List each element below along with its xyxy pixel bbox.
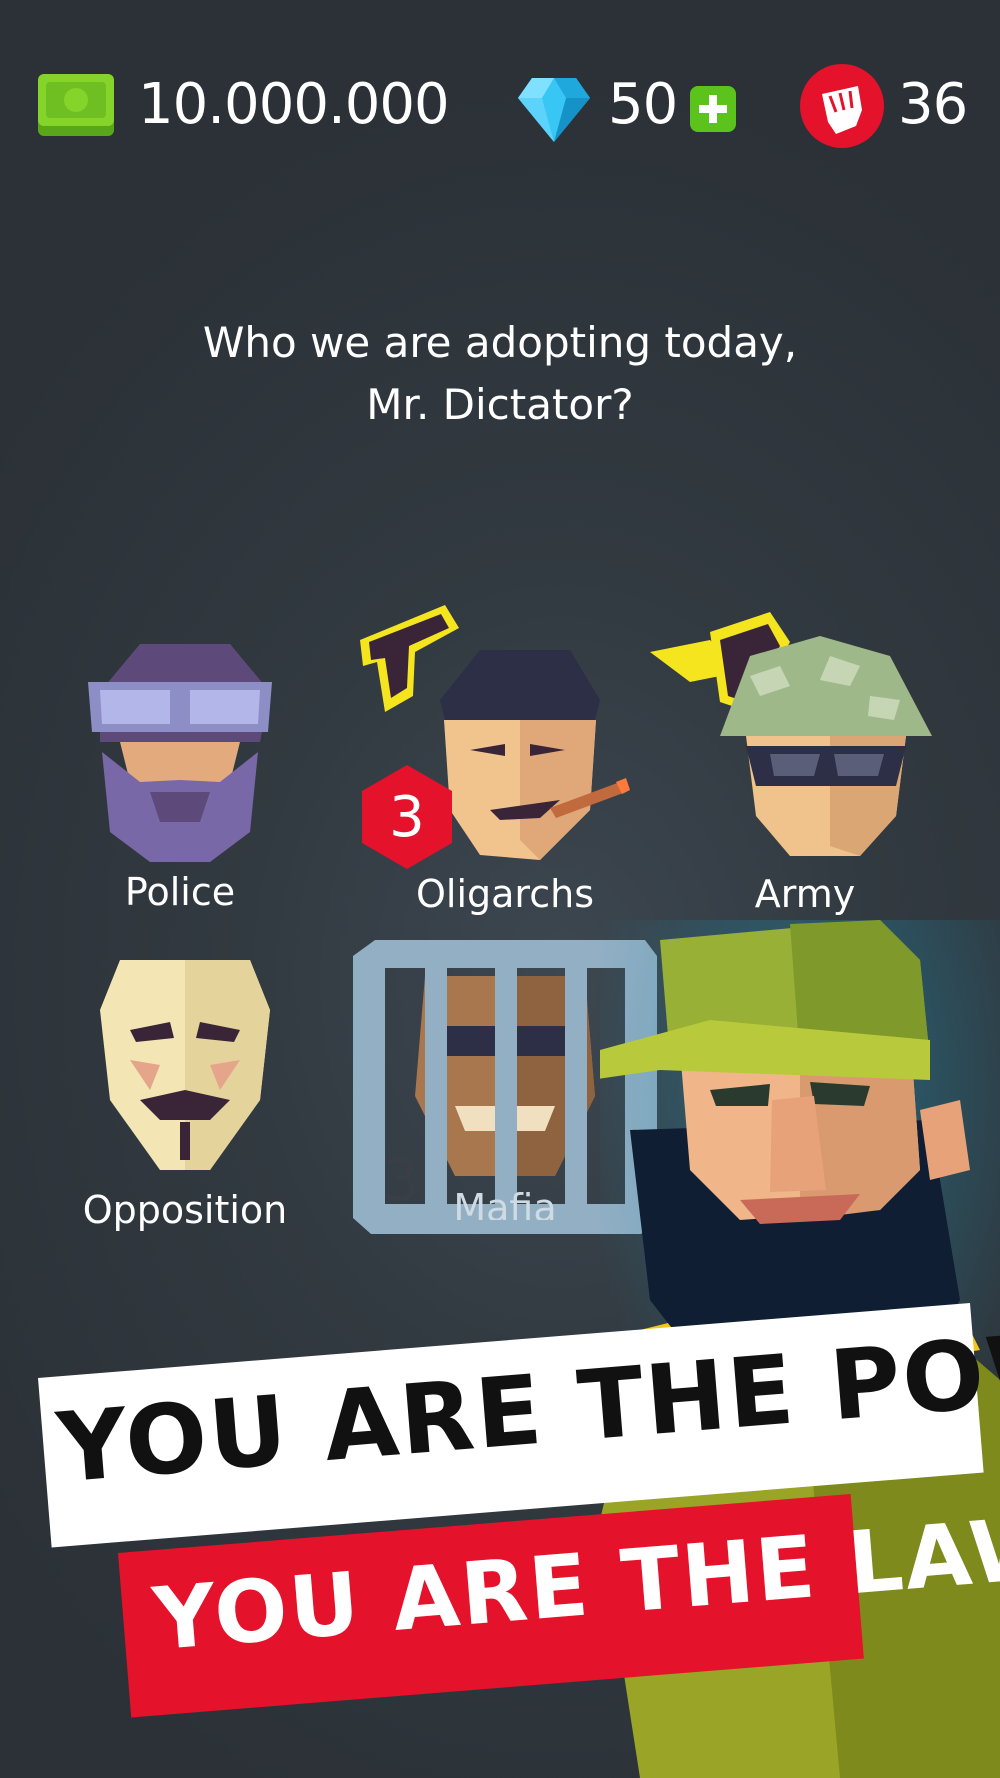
faction-label: Police	[124, 870, 236, 914]
faction-label: Army	[754, 872, 856, 916]
adoption-prompt: Who we are adopting today, Mr. Dictator?	[0, 312, 1000, 436]
cash-icon	[38, 74, 114, 136]
prompt-line-1: Who we are adopting today,	[202, 318, 798, 367]
badge-number: 3	[389, 785, 425, 850]
faction-police[interactable]: Police	[30, 620, 330, 920]
faction-army[interactable]: Army	[650, 612, 980, 922]
faction-oligarchs[interactable]: 3 Oligarchs	[355, 600, 655, 920]
add-gems-button[interactable]	[690, 86, 736, 132]
fist-badge	[800, 64, 884, 148]
faction-opposition[interactable]: Opposition	[35, 940, 335, 1240]
army-face-icon	[720, 636, 932, 856]
money-amount: 10.000.000	[138, 72, 450, 137]
slogan-line-1: YOU ARE THE POWER!	[53, 1294, 1000, 1505]
diamond-icon	[518, 78, 590, 142]
mafia-locked-count: 3	[383, 1146, 420, 1214]
police-face-icon	[88, 644, 272, 862]
prompt-line-2: Mr. Dictator?	[366, 380, 634, 429]
opposition-mask-icon	[100, 960, 270, 1170]
plus-icon	[699, 95, 727, 123]
oligarchs-count-badge: 3	[355, 765, 459, 869]
faction-label: Opposition	[82, 1188, 288, 1232]
faction-label: Mafia	[453, 1186, 557, 1220]
fist-count: 36	[898, 72, 968, 137]
faction-label: Oligarchs	[416, 872, 594, 916]
fist-icon	[822, 86, 862, 134]
gem-count: 50	[608, 72, 678, 137]
